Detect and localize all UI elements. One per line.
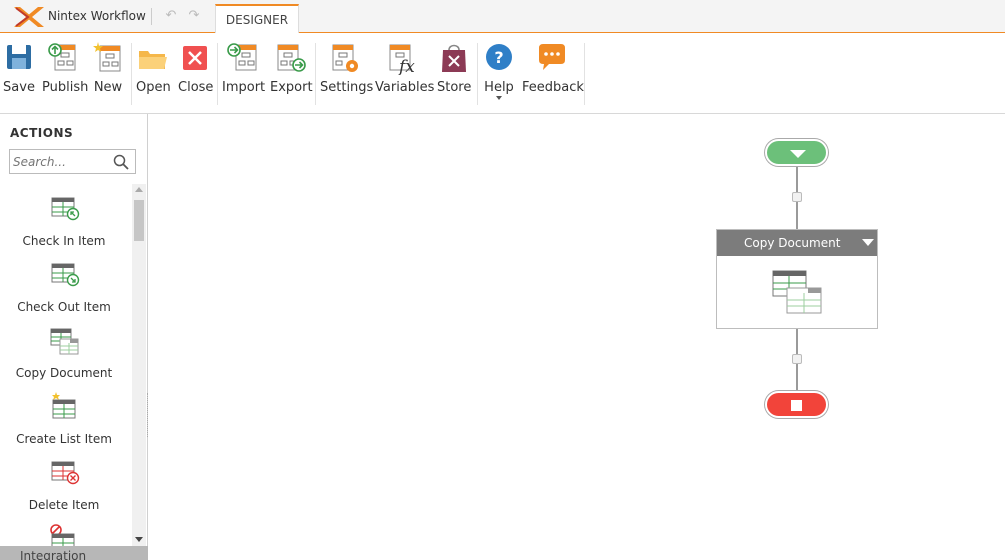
import-icon bbox=[227, 43, 257, 71]
delete-item-icon bbox=[51, 461, 80, 485]
save-button[interactable]: Save bbox=[2, 41, 36, 111]
title-bar: Nintex Workflow ↶ ↷ DESIGNER bbox=[0, 0, 1005, 34]
workflow-end-node[interactable] bbox=[765, 391, 828, 418]
export-icon bbox=[277, 44, 306, 72]
app-title: Nintex Workflow bbox=[48, 9, 146, 23]
action-delete-item[interactable]: Delete Item bbox=[0, 458, 128, 518]
start-arrow-icon bbox=[790, 150, 806, 158]
save-icon bbox=[7, 45, 31, 69]
variables-icon: fx bbox=[389, 44, 415, 75]
ribbon-separator bbox=[584, 43, 585, 105]
export-button[interactable]: Export bbox=[270, 41, 313, 111]
ribbon-separator bbox=[477, 43, 478, 105]
undo-icon[interactable]: ↶ bbox=[164, 9, 178, 23]
store-button[interactable]: Store bbox=[437, 41, 471, 111]
workflow-start-node[interactable] bbox=[765, 139, 828, 166]
open-button[interactable]: Open bbox=[136, 41, 171, 111]
svg-text:fx: fx bbox=[397, 57, 415, 75]
feedback-icon bbox=[539, 44, 565, 70]
action-partial-item[interactable] bbox=[0, 524, 128, 546]
actions-title: ACTIONS bbox=[10, 126, 74, 140]
check-in-item-icon bbox=[51, 197, 80, 221]
ribbon-separator bbox=[131, 43, 132, 105]
actions-scrollbar[interactable] bbox=[132, 184, 146, 546]
category-integration[interactable]: Integration bbox=[0, 546, 148, 560]
ribbon-separator bbox=[217, 43, 218, 105]
redo-icon[interactable]: ↷ bbox=[187, 9, 201, 23]
settings-icon bbox=[332, 44, 358, 72]
actions-panel: ACTIONS Check In Item bbox=[0, 114, 148, 560]
search-icon[interactable] bbox=[113, 154, 129, 170]
copy-document-icon bbox=[50, 328, 79, 355]
help-icon: ? bbox=[486, 44, 512, 70]
scroll-down-icon[interactable] bbox=[135, 537, 143, 542]
tab-designer[interactable]: DESIGNER bbox=[215, 4, 299, 34]
scroll-thumb[interactable] bbox=[134, 200, 144, 241]
check-out-item-icon bbox=[51, 263, 80, 287]
publish-icon bbox=[48, 43, 76, 71]
nintex-logo-icon bbox=[14, 7, 44, 27]
svg-text:?: ? bbox=[494, 48, 503, 67]
publish-button[interactable]: Publish bbox=[42, 41, 88, 111]
stop-square-icon bbox=[791, 400, 802, 411]
import-button[interactable]: Import bbox=[222, 41, 265, 111]
disabled-item-icon bbox=[50, 524, 75, 546]
actions-list: Check In Item Check Out Item Copy Docume… bbox=[0, 184, 132, 546]
action-node-title[interactable]: Copy Document bbox=[717, 230, 877, 256]
help-button[interactable]: ? Help bbox=[482, 41, 516, 111]
search-input[interactable] bbox=[10, 150, 110, 173]
store-icon bbox=[442, 44, 466, 72]
action-check-out-item[interactable]: Check Out Item bbox=[0, 260, 128, 320]
close-icon bbox=[183, 46, 207, 70]
ribbon-toolbar: Save Publish New Open Close Import Expor… bbox=[0, 33, 1005, 114]
close-button[interactable]: Close bbox=[178, 41, 213, 111]
drop-connector[interactable] bbox=[792, 192, 802, 202]
action-copy-document[interactable]: Copy Document bbox=[0, 326, 128, 386]
new-icon bbox=[93, 42, 121, 72]
help-dropdown-caret-icon[interactable] bbox=[496, 96, 502, 100]
workflow-canvas[interactable]: Copy Document bbox=[149, 114, 1005, 560]
new-button[interactable]: New bbox=[91, 41, 125, 111]
action-check-in-item[interactable]: Check In Item bbox=[0, 194, 128, 254]
open-folder-icon bbox=[139, 51, 167, 69]
create-list-item-icon bbox=[52, 392, 76, 419]
drop-connector[interactable] bbox=[792, 354, 802, 364]
variables-button[interactable]: fx Variables bbox=[375, 41, 434, 111]
title-separator bbox=[151, 8, 152, 25]
action-menu-caret-icon[interactable] bbox=[862, 239, 874, 246]
settings-button[interactable]: Settings bbox=[320, 41, 373, 111]
feedback-button[interactable]: Feedback bbox=[522, 41, 584, 111]
search-box bbox=[9, 149, 136, 174]
action-create-list-item[interactable]: Create List Item bbox=[0, 392, 128, 452]
scroll-up-icon[interactable] bbox=[135, 187, 143, 192]
ribbon-separator bbox=[315, 43, 316, 105]
copy-document-icon bbox=[772, 270, 822, 314]
action-node-copy-document[interactable]: Copy Document bbox=[716, 229, 878, 329]
